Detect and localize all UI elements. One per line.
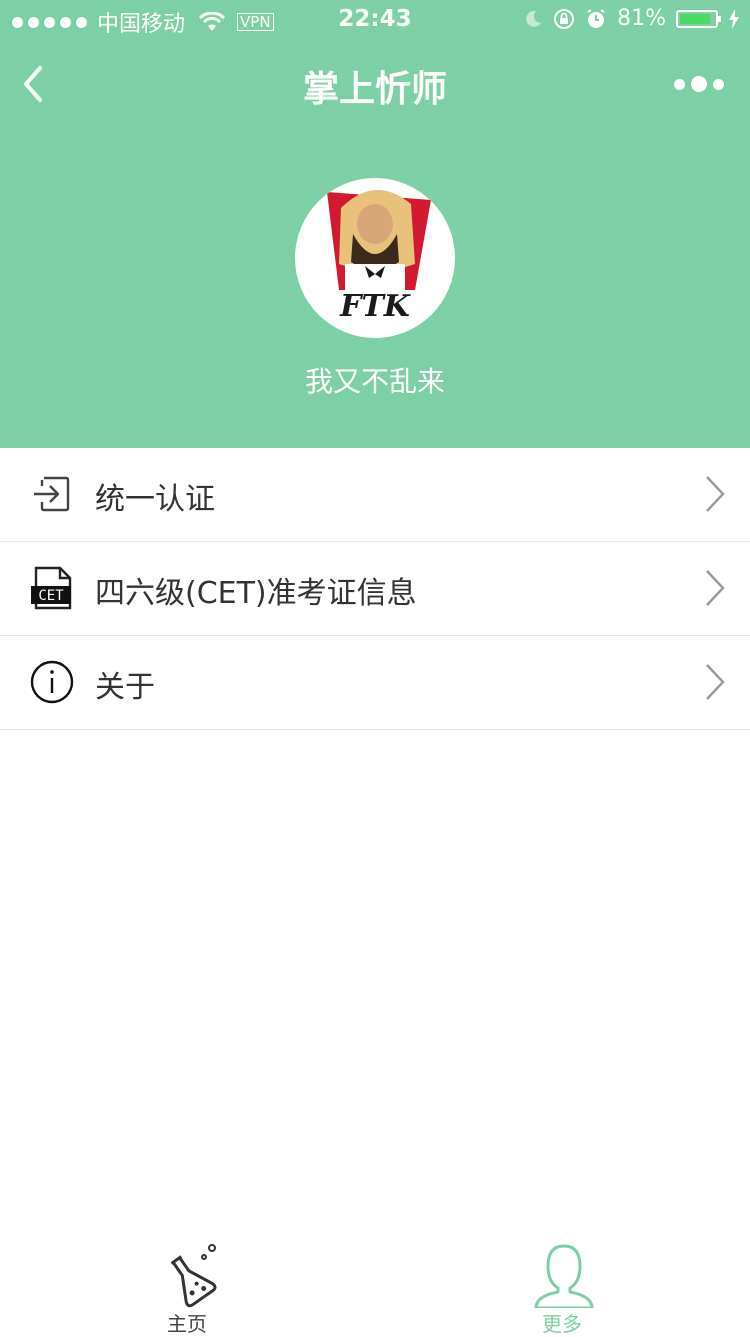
menu-item-label: 四六级(CET)准考证信息: [95, 576, 417, 611]
tab-home-label: 主页: [167, 1312, 207, 1336]
battery-percent: 81%: [617, 6, 666, 31]
avatar[interactable]: FTK: [295, 178, 455, 338]
profile-header: 中国移动 VPN 22:43 81% 掌上忻师 FTK 我又不乱来: [0, 0, 750, 448]
cet-document-icon: CET: [31, 566, 72, 610]
page-title: 掌上忻师: [302, 69, 447, 110]
battery-icon: [676, 9, 721, 28]
user-icon: [534, 1244, 594, 1308]
tab-more[interactable]: 更多: [502, 1236, 622, 1336]
chevron-right-icon: [706, 570, 725, 606]
tab-home[interactable]: 主页: [127, 1236, 247, 1336]
login-icon: [34, 476, 70, 512]
svg-text:CET: CET: [38, 588, 64, 604]
menu-item-label: 统一认证: [95, 482, 215, 517]
menu-list: 统一认证 CET 四六级(CET)准考证信息 关于: [0, 448, 750, 730]
tab-more-label: 更多: [542, 1312, 582, 1336]
charging-icon: [729, 8, 739, 29]
flask-icon: [170, 1244, 217, 1308]
menu-item-unified-auth[interactable]: 统一认证: [0, 448, 750, 542]
chevron-right-icon: [706, 476, 725, 512]
more-options-button[interactable]: [674, 76, 724, 92]
info-icon: [30, 660, 74, 704]
avatar-image: FTK: [327, 189, 431, 324]
status-bar: 中国移动 VPN 22:43 81%: [0, 0, 750, 40]
menu-item-cet-info[interactable]: CET 四六级(CET)准考证信息: [0, 542, 750, 636]
moon-icon: [526, 10, 542, 27]
rotation-lock-icon: [554, 8, 575, 29]
username: 我又不乱来: [304, 365, 445, 398]
navigation-bar: 掌上忻师: [0, 50, 750, 120]
tab-bar: 主页 更多: [0, 1236, 750, 1336]
chevron-right-icon: [706, 664, 725, 700]
menu-item-about[interactable]: 关于: [0, 636, 750, 730]
avatar-logo-text: FTK: [339, 289, 412, 324]
alarm-icon: [587, 8, 605, 28]
menu-item-label: 关于: [95, 670, 155, 705]
